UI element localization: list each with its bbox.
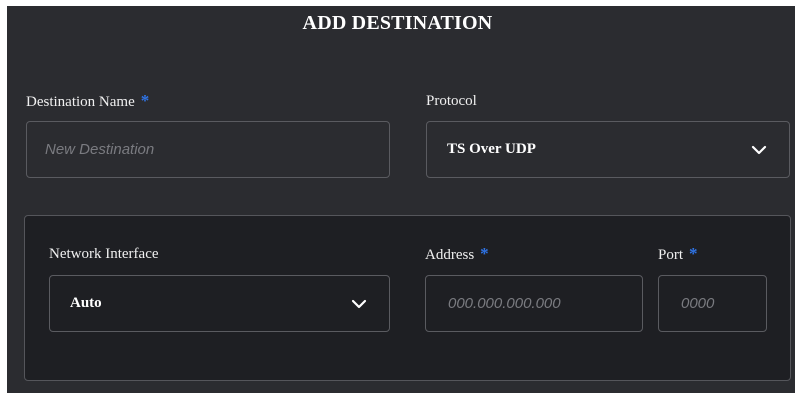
chevron-down-icon [751, 145, 767, 154]
protocol-selected-value: TS Over UDP [447, 141, 536, 157]
destination-name-label-text: Destination Name [26, 94, 135, 110]
required-asterisk: * [480, 244, 489, 263]
network-interface-label-text: Network Interface [49, 246, 159, 262]
protocol-label: Protocol [426, 92, 477, 110]
port-field[interactable] [658, 275, 767, 332]
address-label-text: Address [425, 247, 475, 263]
address-label: Address * [425, 245, 489, 264]
destination-name-input[interactable] [27, 122, 389, 177]
network-interface-selected-value: Auto [70, 295, 102, 311]
dialog-title: ADD DESTINATION [302, 12, 493, 34]
port-label: Port * [658, 245, 698, 264]
network-interface-label: Network Interface [49, 245, 159, 263]
required-asterisk: * [140, 91, 150, 110]
protocol-label-text: Protocol [426, 93, 477, 109]
port-input[interactable] [659, 276, 766, 331]
port-label-text: Port [658, 247, 684, 263]
required-asterisk: * [689, 244, 698, 263]
address-field[interactable] [425, 275, 643, 332]
chevron-down-icon [351, 299, 367, 308]
destination-name-field[interactable] [26, 121, 390, 178]
protocol-select[interactable]: TS Over UDP [426, 121, 790, 178]
address-input[interactable] [426, 276, 642, 331]
destination-name-label: Destination Name * [26, 92, 149, 111]
network-interface-select[interactable]: Auto [49, 275, 390, 332]
